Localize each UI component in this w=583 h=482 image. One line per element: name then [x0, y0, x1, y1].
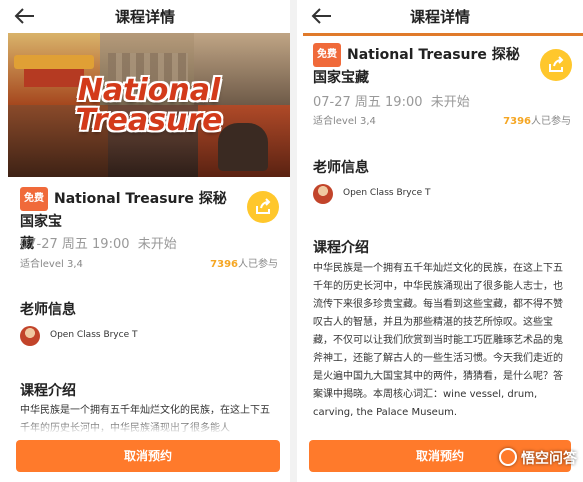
watermark: 悟空问答 — [499, 448, 577, 468]
cancel-reservation-button[interactable]: 取消预约 — [16, 440, 280, 472]
course-time: 07-27 周五 19:00 未开始 — [313, 95, 470, 110]
top-bar: 课程详情 — [0, 0, 290, 32]
course-title-block: 免费 National Treasure 探秘国家宝藏 — [313, 43, 533, 89]
teacher-row[interactable]: Open Class Bryce T — [20, 326, 220, 348]
share-button[interactable] — [540, 49, 572, 81]
free-badge: 免费 — [313, 43, 341, 67]
course-status: 未开始 — [430, 95, 470, 110]
top-bar: 课程详情 — [297, 0, 583, 32]
page-title: 课程详情 — [114, 8, 175, 26]
course-status: 未开始 — [137, 237, 177, 252]
course-level: 适合level 3,4 — [313, 116, 376, 127]
share-button[interactable] — [247, 191, 279, 223]
course-title: National Treasure 探秘国家宝藏 — [313, 47, 520, 86]
banner-title-line2: Treasure — [75, 103, 223, 138]
share-icon — [256, 198, 271, 214]
teacher-name: Open Class Bryce T — [343, 188, 431, 198]
course-time: 07-27 周五 19:00 未开始 — [20, 237, 177, 252]
teacher-row[interactable]: Open Class Bryce T — [313, 184, 513, 206]
free-badge: 免费 — [20, 187, 48, 211]
intro-section-title: 课程介绍 — [20, 383, 76, 399]
participant-count: 7396人已参与 — [503, 116, 571, 127]
course-level: 适合level 3,4 — [20, 259, 83, 270]
course-banner: National Treasure — [8, 33, 290, 177]
teacher-section-title: 老师信息 — [20, 302, 76, 318]
course-title: National Treasure 探秘国家宝 — [20, 191, 227, 230]
teacher-section-title: 老师信息 — [313, 160, 369, 176]
divider — [290, 0, 297, 482]
banner-edge — [303, 33, 583, 36]
teacher-name: Open Class Bryce T — [50, 330, 138, 340]
intro-section-title: 课程介绍 — [313, 240, 369, 256]
avatar — [20, 326, 40, 346]
left-screen: 课程详情 National Treasure 免费 National Treasu… — [0, 0, 290, 482]
share-icon — [549, 56, 564, 72]
participant-count: 7396人已参与 — [210, 259, 278, 270]
avatar — [313, 184, 333, 204]
intro-text: 中华民族是一个拥有五千年灿烂文化的民族，在这上下五千年的历史长河中，中华民族涌现… — [313, 263, 563, 418]
right-screen: 课程详情 免费 National Treasure 探秘国家宝藏 07-27 周五… — [297, 0, 583, 482]
page-title: 课程详情 — [409, 8, 470, 26]
wukong-logo-icon — [499, 448, 517, 466]
